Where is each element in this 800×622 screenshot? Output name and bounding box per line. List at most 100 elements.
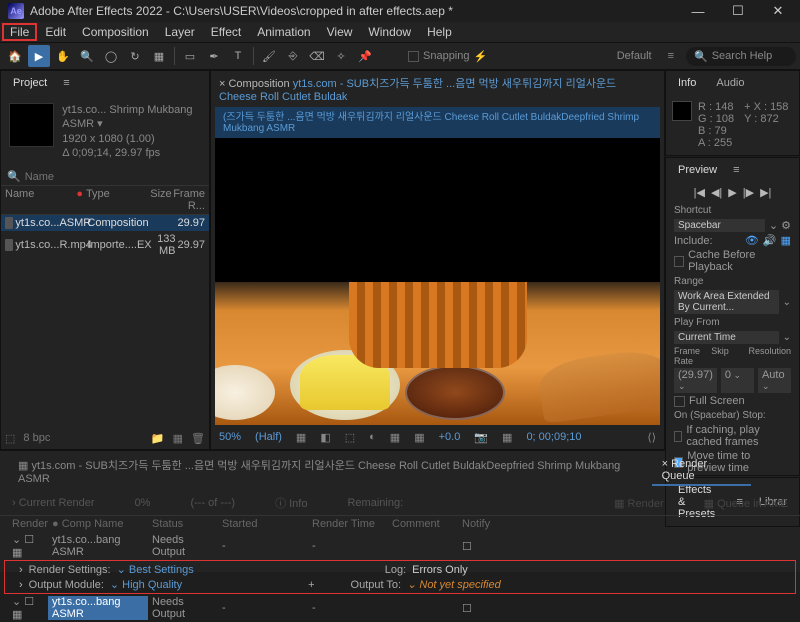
grid-icon[interactable]: ▦: [296, 431, 306, 444]
log-label: Log:: [385, 564, 406, 576]
channels-icon[interactable]: ▦: [502, 431, 512, 444]
include-audio-icon[interactable]: 🔊: [763, 234, 777, 247]
pen-tool[interactable]: ✒: [203, 45, 225, 67]
interpret-icon[interactable]: ⬚: [5, 432, 15, 445]
shortcut-dropdown[interactable]: Spacebar: [674, 219, 765, 232]
fullscreen-toggle[interactable]: Full Screen: [666, 394, 799, 408]
snapping-toggle[interactable]: Snapping ⚡: [408, 50, 487, 63]
renderer-icon[interactable]: ▦: [414, 431, 424, 444]
orbit-tool[interactable]: ◯: [100, 45, 122, 67]
minimize-button[interactable]: —: [678, 0, 718, 22]
text-tool[interactable]: T: [227, 45, 249, 67]
preview-res-dropdown[interactable]: Auto ⌄: [758, 368, 791, 393]
home-icon[interactable]: 🏠: [4, 45, 26, 67]
audio-tab[interactable]: Audio: [712, 75, 748, 91]
menu-file[interactable]: File: [2, 23, 37, 41]
workspace-dropdown[interactable]: Default: [613, 49, 656, 63]
playfrom-dropdown[interactable]: Current Time: [674, 331, 779, 344]
output-module-link[interactable]: ⌄ High Quality: [110, 578, 182, 591]
include-video-icon[interactable]: 👁: [745, 234, 759, 247]
menu-window[interactable]: Window: [360, 23, 419, 41]
project-tab[interactable]: Project: [9, 75, 51, 91]
render-item-row[interactable]: ⌄ ☐ ▦ yt1s.co...bang ASMR Needs Output -…: [0, 594, 800, 622]
search-icon: 🔍: [7, 170, 21, 183]
col-size[interactable]: Size: [134, 188, 172, 212]
render-item-row[interactable]: ⌄ ☐ ▦ yt1s.co...bang ASMR Needs Output -…: [0, 532, 800, 560]
col-framerate[interactable]: Frame R...: [172, 188, 205, 212]
menu-animation[interactable]: Animation: [249, 23, 318, 41]
new-comp-icon[interactable]: ▦: [173, 432, 183, 445]
zoom-tool[interactable]: 🔍: [76, 45, 98, 67]
camera-tool[interactable]: ▦: [148, 45, 170, 67]
col-name[interactable]: Name: [5, 188, 76, 212]
color-depth[interactable]: 8 bpc: [23, 432, 50, 445]
maximize-button[interactable]: ☐: [718, 0, 758, 22]
play-icon[interactable]: ▶: [728, 186, 736, 199]
transparency-icon[interactable]: ◐: [369, 431, 376, 443]
selection-tool[interactable]: ▶: [28, 45, 50, 67]
include-label: Include:: [674, 235, 713, 247]
search-help-input[interactable]: 🔍 Search Help: [686, 47, 796, 66]
snapshot-icon[interactable]: 📷: [474, 431, 488, 444]
rectangle-tool[interactable]: ▭: [179, 45, 201, 67]
render-button[interactable]: ▦ Render: [614, 497, 664, 510]
render-queue-tab[interactable]: × Render Queue: [652, 456, 751, 486]
output-to-link[interactable]: ⌄ Not yet specified: [407, 578, 501, 591]
col-rendertime: Render Time: [308, 518, 388, 530]
project-search[interactable]: 🔍: [1, 168, 209, 185]
preview-tab[interactable]: Preview: [674, 162, 721, 178]
footage-thumbnail[interactable]: [9, 103, 54, 147]
timeline-comp-tab[interactable]: ▦ yt1s.com - SUB치즈가득 두툼한 ...음면 먹방 새우튀김까지…: [8, 455, 648, 487]
info-tab[interactable]: Info: [674, 75, 700, 91]
menu-composition[interactable]: Composition: [74, 23, 157, 41]
log-dropdown[interactable]: Errors Only: [412, 564, 468, 576]
mask-icon[interactable]: ◧: [320, 431, 330, 444]
add-output-icon[interactable]: +: [308, 579, 314, 591]
menu-layer[interactable]: Layer: [157, 23, 203, 41]
3d-icon[interactable]: ▦: [390, 431, 400, 444]
project-row[interactable]: yt1s.co...ASMR Composition 29.97: [1, 215, 209, 231]
color-swatch: [672, 101, 692, 121]
rotation-tool[interactable]: ↻: [124, 45, 146, 67]
exposure-value[interactable]: +0.0: [439, 431, 461, 443]
skip-dropdown[interactable]: 0 ⌄: [721, 368, 754, 393]
composition-tab[interactable]: Composition: [228, 78, 289, 90]
next-frame-icon[interactable]: |▶: [743, 186, 754, 199]
roto-tool[interactable]: ✧: [330, 45, 352, 67]
info-b: B : 79: [698, 125, 734, 137]
menu-edit[interactable]: Edit: [37, 23, 74, 41]
project-row[interactable]: yt1s.co...R.mp4 Importe....EX 133 MB 29.…: [1, 231, 209, 259]
zoom-dropdown[interactable]: 50%: [219, 431, 241, 443]
queue-ame-button[interactable]: ▦ Queue in AME: [704, 497, 788, 510]
menu-effect[interactable]: Effect: [203, 23, 249, 41]
region-icon[interactable]: ⬚: [345, 431, 355, 444]
last-frame-icon[interactable]: ▶|: [760, 186, 771, 199]
brackets-icon[interactable]: ⟨⟩: [647, 431, 656, 444]
col-type[interactable]: ● Type: [76, 188, 133, 212]
cache-before-toggle[interactable]: Cache Before Playback: [666, 248, 799, 274]
comp-subpath[interactable]: (즈가득 두툼한 ...음면 먹방 새우튀김까지 리얼사운드 Cheese Ro…: [215, 107, 660, 138]
framerate-dropdown[interactable]: (29.97) ⌄: [674, 368, 717, 393]
new-folder-icon[interactable]: 📁: [151, 432, 165, 445]
eraser-tool[interactable]: ⌫: [306, 45, 328, 67]
render-settings-link[interactable]: ⌄ Best Settings: [117, 563, 194, 576]
viewer[interactable]: [215, 138, 660, 425]
first-frame-icon[interactable]: |◀: [694, 186, 705, 199]
prev-frame-icon[interactable]: ◀|: [711, 186, 722, 199]
menu-view[interactable]: View: [319, 23, 361, 41]
brush-tool[interactable]: 🖌: [258, 45, 280, 67]
range-dropdown[interactable]: Work Area Extended By Current...: [674, 290, 779, 314]
current-time[interactable]: 0; 00;09;10: [526, 431, 581, 443]
puppet-tool[interactable]: 📌: [354, 45, 376, 67]
clone-tool[interactable]: ⎆: [282, 45, 304, 67]
close-button[interactable]: ✕: [758, 0, 798, 22]
render-info-button[interactable]: ⓘ Info: [275, 495, 307, 511]
trash-icon[interactable]: 🗑: [191, 432, 205, 445]
panel-menu-icon[interactable]: ≡: [664, 49, 678, 63]
resolution-dropdown[interactable]: (Half): [255, 431, 282, 443]
onstop-cache-toggle[interactable]: If caching, play cached frames: [666, 423, 799, 449]
include-overlay-icon[interactable]: ▦: [781, 234, 791, 247]
info-r: R : 148: [698, 101, 734, 113]
menu-help[interactable]: Help: [419, 23, 460, 41]
hand-tool[interactable]: ✋: [52, 45, 74, 67]
